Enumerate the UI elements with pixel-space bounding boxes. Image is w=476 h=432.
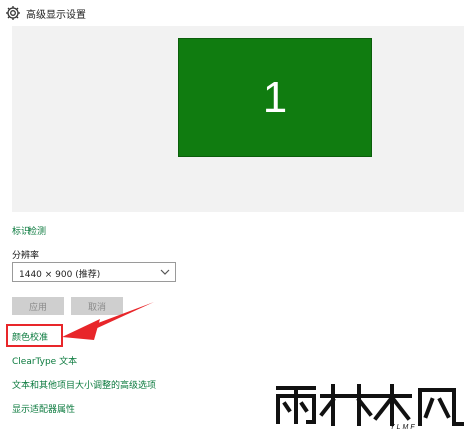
resolution-label: 分辨率 [12,251,40,261]
cleartype-link[interactable]: ClearType 文本 [12,354,77,367]
resolution-dropdown[interactable]: 1440 × 900 (推荐) [12,262,176,282]
svg-text:YLMF: YLMF [390,424,417,430]
window-title: 高级显示设置 [26,10,86,21]
display-number: 1 [262,72,288,122]
chevron-down-icon [160,269,170,275]
apply-button[interactable]: 应用 [12,297,64,315]
color-calibration-link[interactable]: 颜色校准 [12,330,48,343]
adapter-properties-link[interactable]: 显示适配器属性 [12,402,75,415]
resolution-value: 1440 × 900 (推荐) [19,270,101,280]
title-bar: 高级显示设置 [0,0,476,26]
text-sizing-link[interactable]: 文本和其他项目大小调整的高级选项 [12,378,156,391]
annotation-arrow-icon [62,302,154,340]
detect-link[interactable]: 检测 [28,224,46,237]
gear-icon [6,6,20,20]
display-tile-1[interactable]: 1 [178,38,372,157]
ylmf-watermark-logo: YLMF [276,384,464,430]
